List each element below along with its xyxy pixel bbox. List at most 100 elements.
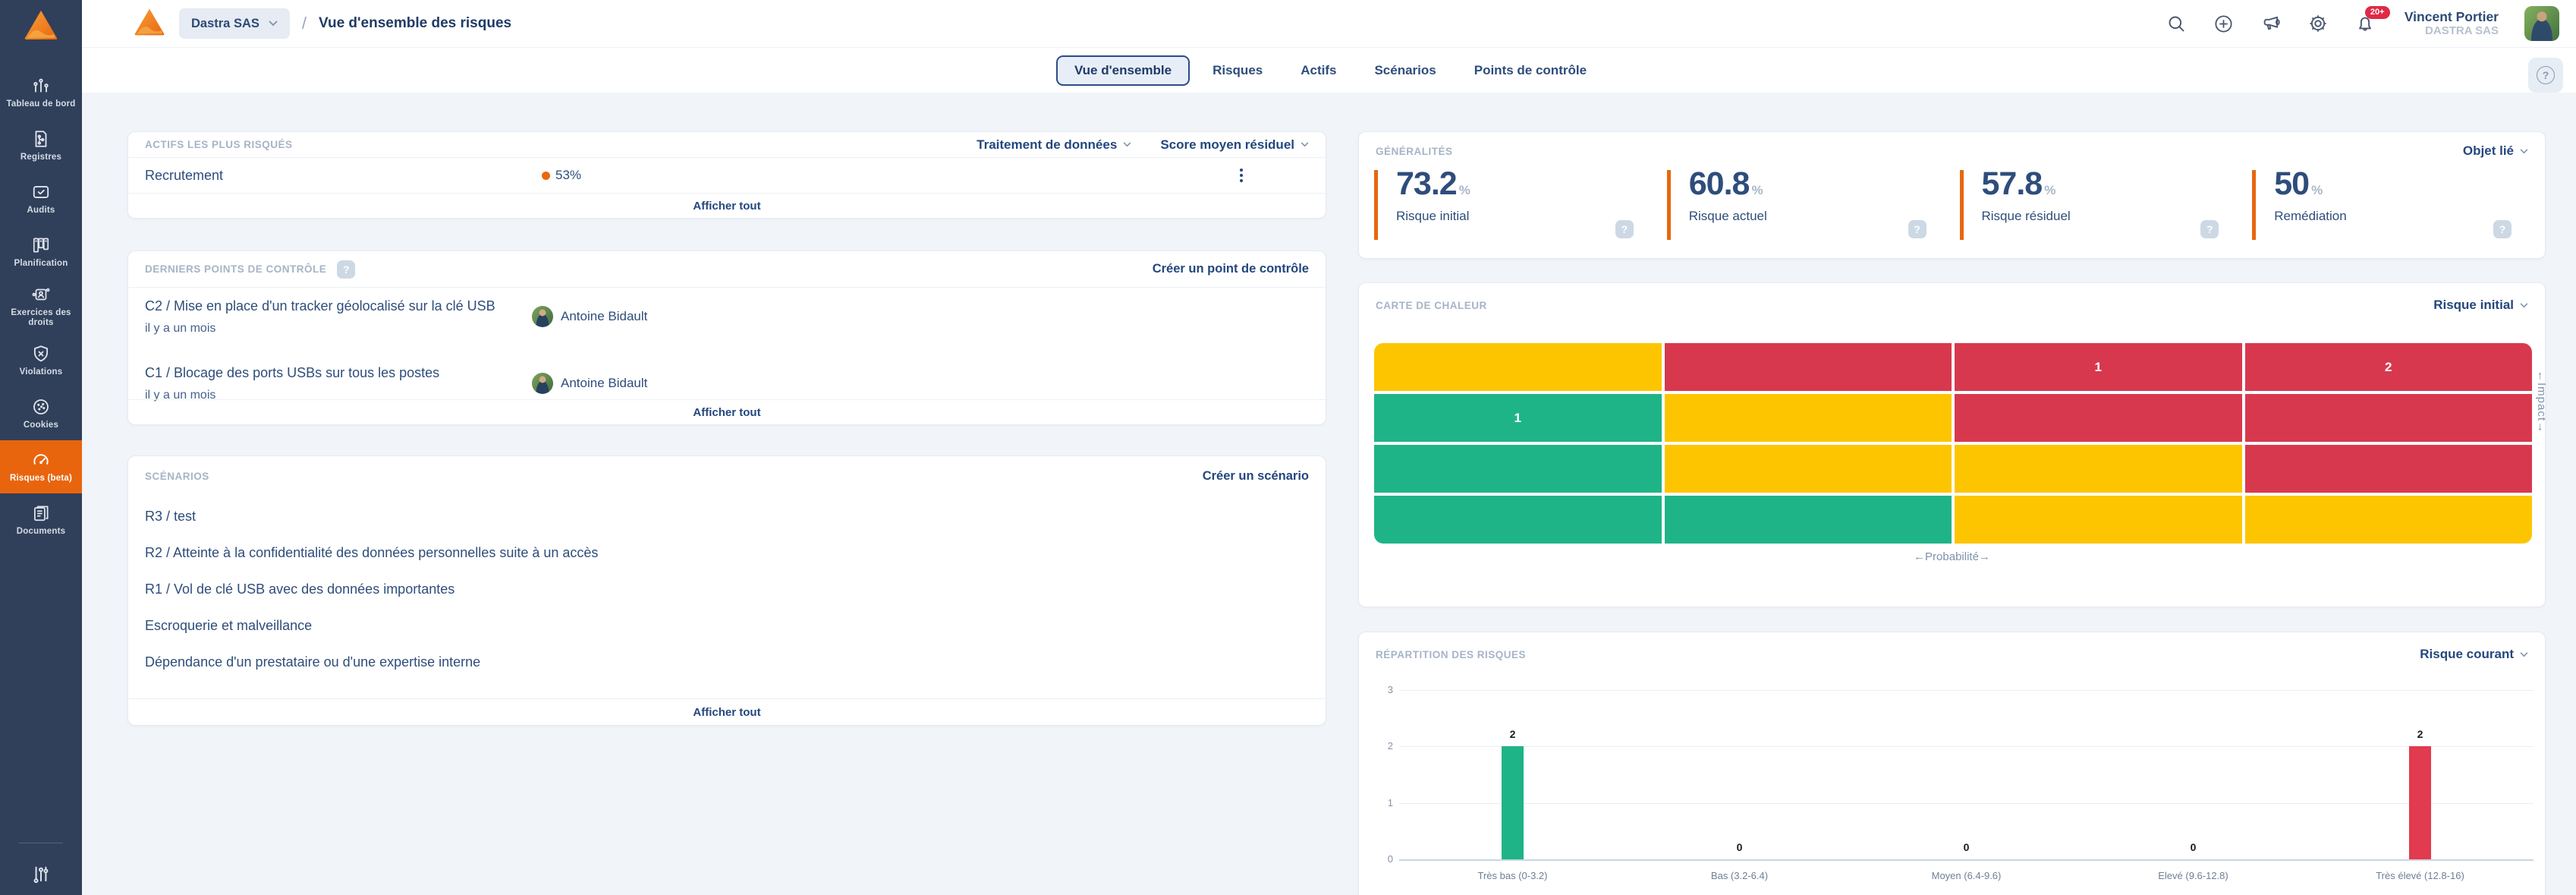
stats-row: 73.2% Risque initial ? 60.8% Risque actu… (1359, 170, 2545, 240)
heatmap-cell[interactable] (1374, 343, 1662, 391)
sidebar: Tableau de bord Registres Audits Planifi… (0, 0, 82, 895)
y-axis-tick-label: 1 (1367, 797, 1393, 808)
user-name: Vincent Portier (2405, 9, 2499, 24)
show-all-link[interactable]: Afficher tout (693, 706, 760, 719)
y-axis-tick-label: 0 (1367, 853, 1393, 865)
top-actions: 20+ Vincent Portier DASTRA SAS (2166, 6, 2576, 41)
tab-actifs[interactable]: Actifs (1285, 56, 1351, 85)
heatmap-cell[interactable]: 1 (1955, 343, 2242, 391)
heatmap-cell[interactable] (1374, 496, 1662, 544)
tab-vue-densemble[interactable]: Vue d'ensemble (1056, 55, 1190, 86)
score-dot (542, 172, 550, 180)
scenario-row[interactable]: Escroquerie et malveillance (145, 616, 782, 636)
sidebar-item-exercices-des-droits[interactable]: Exercices des droits (0, 279, 82, 334)
sidebar-item-preferences[interactable] (0, 854, 82, 895)
sidebar-item-registres[interactable]: Registres (0, 119, 82, 172)
settings-gear-icon[interactable] (2307, 13, 2329, 34)
notifications-bell-icon[interactable]: 20+ (2354, 13, 2376, 34)
panel-heatmap: CARTE DE CHALEUR Risque initial 121 ←Pro… (1358, 282, 2546, 607)
help-button[interactable]: ? (2528, 58, 2563, 93)
heatmap-cell[interactable] (1665, 394, 1952, 442)
filter-linked-object[interactable]: Objet lié (2463, 143, 2528, 159)
panel-scenarios: SCÉNARIOS Créer un scénario R3 / test R2… (127, 455, 1326, 726)
heatmap-cell[interactable] (1955, 496, 2242, 544)
sidebar-item-tableau-de-bord[interactable]: Tableau de bord (0, 66, 82, 119)
search-icon[interactable] (2166, 13, 2188, 34)
chevron-down-icon (1123, 142, 1131, 147)
announcements-icon[interactable] (2260, 13, 2282, 34)
sidebar-item-violations[interactable]: Violations (0, 334, 82, 387)
filter-heatmap-risk[interactable]: Risque initial (2433, 298, 2528, 313)
help-badge-icon[interactable]: ? (2493, 220, 2512, 238)
user-menu[interactable]: Vincent Portier DASTRA SAS (2405, 9, 2499, 38)
help-badge-icon[interactable]: ? (1908, 220, 1926, 238)
control-point-row[interactable]: C2 / Mise en place d'un tracker géolocal… (128, 292, 1326, 345)
x-axis-category-label: Bas (3.2-6.4) (1656, 870, 1823, 881)
workspace-selector[interactable]: Dastra SAS (179, 8, 290, 39)
heatmap-cell[interactable] (2245, 496, 2533, 544)
page-title: Vue d'ensemble des risques (319, 15, 511, 32)
create-control-point-link[interactable]: Créer un point de contrôle (1153, 262, 1309, 276)
scenario-row[interactable]: R2 / Atteinte à la confidentialité des d… (145, 543, 782, 563)
heatmap-cell[interactable]: 1 (1374, 394, 1662, 442)
bar[interactable] (1502, 746, 1524, 859)
heatmap-cell[interactable] (1665, 445, 1952, 493)
help-badge-icon[interactable]: ? (2200, 220, 2219, 238)
heatmap-cell[interactable] (1665, 343, 1952, 391)
rights-requests-icon (31, 285, 51, 304)
heatmap-cell[interactable] (1374, 445, 1662, 493)
help-badge-icon[interactable]: ? (337, 260, 355, 279)
dastra-logo (134, 7, 165, 41)
panel-title: SCÉNARIOS (145, 471, 209, 482)
app-root: Tableau de bord Registres Audits Planifi… (0, 0, 2576, 895)
tab-points-de-controle[interactable]: Points de contrôle (1459, 56, 1602, 85)
heatmap-cell[interactable] (2245, 445, 2533, 493)
scenario-row[interactable]: R1 / Vol de clé USB avec des données imp… (145, 579, 782, 600)
bar-value-label: 2 (1490, 728, 1536, 740)
heatmap-cell[interactable] (2245, 394, 2533, 442)
stat-risque-initial: 73.2% Risque initial ? (1374, 170, 1667, 240)
bar-chart-plot: 01232Très bas (0-3.2)0Bas (3.2-6.4)0Moye… (1399, 690, 2534, 859)
cookies-icon (31, 397, 51, 417)
create-scenario-link[interactable]: Créer un scénario (1203, 469, 1309, 484)
heatmap-cell[interactable]: 2 (2245, 343, 2533, 391)
panel-title: DERNIERS POINTS DE CONTRÔLE (145, 263, 326, 275)
tab-scenarios[interactable]: Scénarios (1359, 56, 1451, 85)
panel-general: GÉNÉRALITÉS Objet lié 73.2% Risque initi… (1358, 131, 2546, 259)
tab-risques[interactable]: Risques (1197, 56, 1278, 85)
heatmap-cell[interactable] (1665, 496, 1952, 544)
heatmap-cell[interactable] (1955, 445, 2242, 493)
control-point-title: C2 / Mise en place d'un tracker géolocal… (145, 297, 1309, 315)
sidebar-item-cookies[interactable]: Cookies (0, 387, 82, 440)
asset-row[interactable]: Recrutement 53% (128, 158, 1326, 193)
sidebar-item-risques[interactable]: Risques (beta) (0, 440, 82, 493)
x-axis-category-label: Très élevé (12.8-16) (2337, 870, 2504, 881)
gridline (1399, 859, 2534, 861)
user-avatar[interactable] (2524, 6, 2559, 41)
scenario-row[interactable]: Dépendance d'un prestataire ou d'une exp… (145, 652, 782, 673)
documents-icon (31, 503, 51, 523)
bar-value-label: 0 (2171, 841, 2216, 853)
add-circle-icon[interactable] (2213, 13, 2235, 34)
row-actions-menu-icon[interactable] (1237, 165, 1246, 185)
show-all-link[interactable]: Afficher tout (693, 406, 760, 419)
heatmap-cell[interactable] (1955, 394, 2242, 442)
bar[interactable] (2409, 746, 2431, 859)
sidebar-item-audits[interactable]: Audits (0, 172, 82, 225)
dastra-triangle-logo[interactable] (24, 9, 58, 45)
sidebar-item-planification[interactable]: Planification (0, 225, 82, 279)
filter-score-type[interactable]: Score moyen résiduel (1160, 137, 1309, 153)
sidebar-item-documents[interactable]: Documents (0, 493, 82, 547)
stat-risque-actuel: 60.8% Risque actuel ? (1667, 170, 1960, 240)
scenario-row[interactable]: R3 / test (145, 506, 782, 527)
registers-icon (31, 129, 51, 149)
show-all-link[interactable]: Afficher tout (693, 200, 760, 213)
heatmap-grid: 121 (1374, 343, 2532, 544)
risks-gauge-icon (30, 450, 52, 470)
filter-asset-type[interactable]: Traitement de données (977, 137, 1131, 153)
panel-title: CARTE DE CHALEUR (1376, 300, 1487, 311)
panel-title: RÉPARTITION DES RISQUES (1376, 649, 1526, 660)
bar-value-label: 0 (1717, 841, 1763, 853)
help-badge-icon[interactable]: ? (1615, 220, 1634, 238)
filter-distribution-risk[interactable]: Risque courant (2420, 647, 2528, 662)
